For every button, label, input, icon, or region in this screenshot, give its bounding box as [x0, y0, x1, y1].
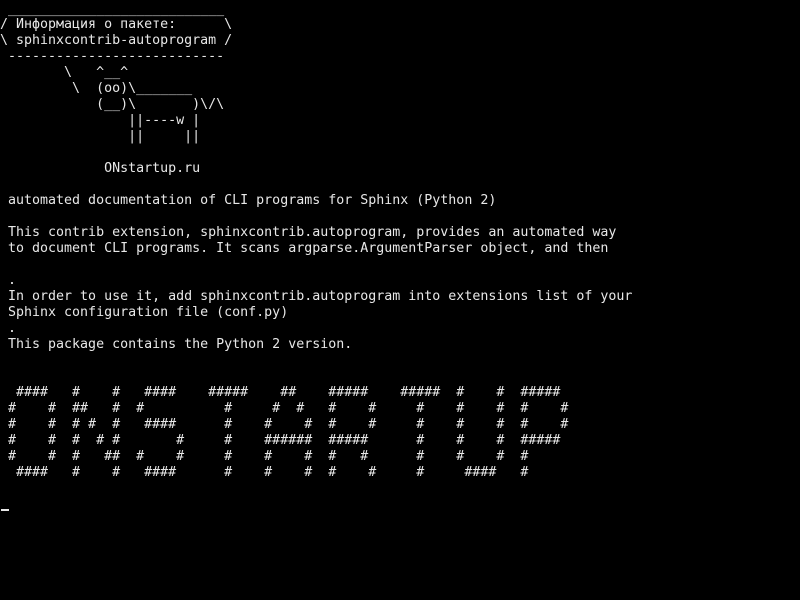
cow-art-line: || ||	[0, 129, 201, 144]
cow-art-line: (__)\ )\/\	[0, 97, 225, 112]
ascii-art-line: #### # # #### # # # # # # #### #	[0, 465, 529, 480]
site-name: ONstartup.ru	[0, 161, 201, 176]
terminal-screen[interactable]: ___________________________ / Информация…	[0, 0, 800, 600]
description-line: This contrib extension, sphinxcontrib.au…	[0, 225, 617, 240]
separator-dot: .	[0, 273, 17, 288]
ascii-art-line: # # ## # # # # # # # # # # # #	[0, 401, 569, 416]
separator-dot: .	[0, 321, 17, 336]
ascii-art-line: # # # # # #### # # # # # # # # # #	[0, 417, 569, 432]
ascii-art-line: # # # # # # # ###### ##### # # # #####	[0, 433, 561, 448]
banner-title-line: / Информация о пакете: \	[0, 17, 233, 32]
ascii-art-line: #### # # #### ##### ## ##### ##### # # #…	[0, 385, 561, 400]
banner-bottom-border: ---------------------------	[0, 49, 225, 64]
cow-art-line: \ ^__^	[0, 65, 129, 80]
description-line: Sphinx configuration file (conf.py)	[0, 305, 289, 320]
ascii-art-line: # # # ## # # # # # # # # # # #	[0, 449, 529, 464]
banner-package-line: \ sphinxcontrib-autoprogram /	[0, 33, 233, 48]
text-cursor	[1, 509, 9, 511]
banner-top-border: ___________________________	[0, 2, 225, 17]
cow-art-line: \ (oo)\_______	[0, 81, 193, 96]
description-line: to document CLI programs. It scans argpa…	[0, 241, 609, 256]
version-note: This package contains the Python 2 versi…	[0, 337, 353, 352]
package-summary: automated documentation of CLI programs …	[0, 193, 497, 208]
description-line: In order to use it, add sphinxcontrib.au…	[0, 289, 633, 304]
cow-art-line: ||----w |	[0, 113, 201, 128]
